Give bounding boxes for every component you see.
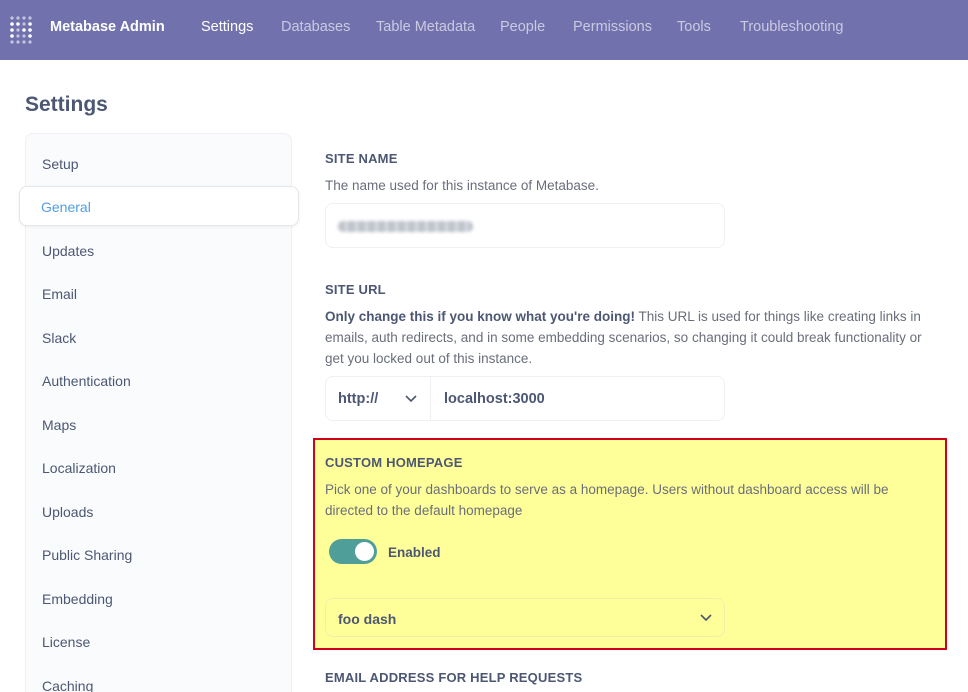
site-url-warning: Only change this if you know what you're… [325, 309, 635, 324]
sidebar-item-caching[interactable]: Caching [42, 678, 93, 692]
sidebar-item-localization[interactable]: Localization [42, 460, 116, 476]
nav-tools[interactable]: Tools [677, 19, 711, 35]
chevron-down-icon [700, 614, 712, 622]
site-url-input[interactable]: localhost:3000 [444, 391, 545, 407]
custom-homepage-heading: CUSTOM HOMEPAGE [325, 455, 463, 470]
selected-dashboard: foo dash [338, 611, 397, 627]
sidebar-item-uploads[interactable]: Uploads [42, 504, 93, 520]
sidebar-item-label: General [41, 199, 91, 215]
sidebar-item-license[interactable]: License [42, 634, 90, 650]
nav-people[interactable]: People [500, 19, 545, 35]
toggle-knob [355, 542, 374, 561]
sidebar-item-updates[interactable]: Updates [42, 243, 94, 259]
sidebar-item-general[interactable]: General [19, 186, 299, 226]
site-name-heading: SITE NAME [325, 151, 398, 166]
metabase-logo-icon[interactable] [9, 14, 35, 44]
site-name-description: The name used for this instance of Metab… [325, 178, 599, 193]
protocol-value: http:// [338, 391, 379, 407]
protocol-select[interactable]: http:// [326, 377, 431, 420]
brand-title: Metabase Admin [50, 19, 165, 35]
sidebar-item-public-sharing[interactable]: Public Sharing [42, 547, 132, 563]
toggle-label: Enabled [388, 545, 441, 560]
sidebar-item-embedding[interactable]: Embedding [42, 591, 113, 607]
sidebar-item-maps[interactable]: Maps [42, 417, 76, 433]
nav-databases[interactable]: Databases [281, 19, 350, 35]
redacted-value [338, 221, 473, 232]
page-title: Settings [25, 93, 108, 116]
nav-permissions[interactable]: Permissions [573, 19, 652, 35]
sidebar-item-slack[interactable]: Slack [42, 330, 76, 346]
custom-homepage-description: Pick one of your dashboards to serve as … [325, 482, 889, 518]
nav-table-metadata[interactable]: Table Metadata [376, 19, 475, 35]
email-help-heading: EMAIL ADDRESS FOR HELP REQUESTS [325, 670, 583, 685]
site-url-heading: SITE URL [325, 282, 386, 297]
nav-settings[interactable]: Settings [201, 19, 253, 35]
top-nav: Metabase Admin Settings Databases Table … [0, 0, 968, 60]
site-url-field: http:// localhost:3000 [325, 376, 725, 421]
chevron-down-icon [405, 395, 417, 403]
sidebar-item-setup[interactable]: Setup [42, 156, 79, 172]
nav-troubleshooting[interactable]: Troubleshooting [740, 19, 843, 35]
sidebar-item-email[interactable]: Email [42, 286, 77, 302]
dashboard-select[interactable]: foo dash [325, 598, 725, 637]
sidebar-item-authentication[interactable]: Authentication [42, 373, 131, 389]
custom-homepage-toggle[interactable] [329, 539, 377, 564]
site-name-input[interactable] [325, 203, 725, 248]
site-url-description: Only change this if you know what you're… [325, 306, 940, 369]
